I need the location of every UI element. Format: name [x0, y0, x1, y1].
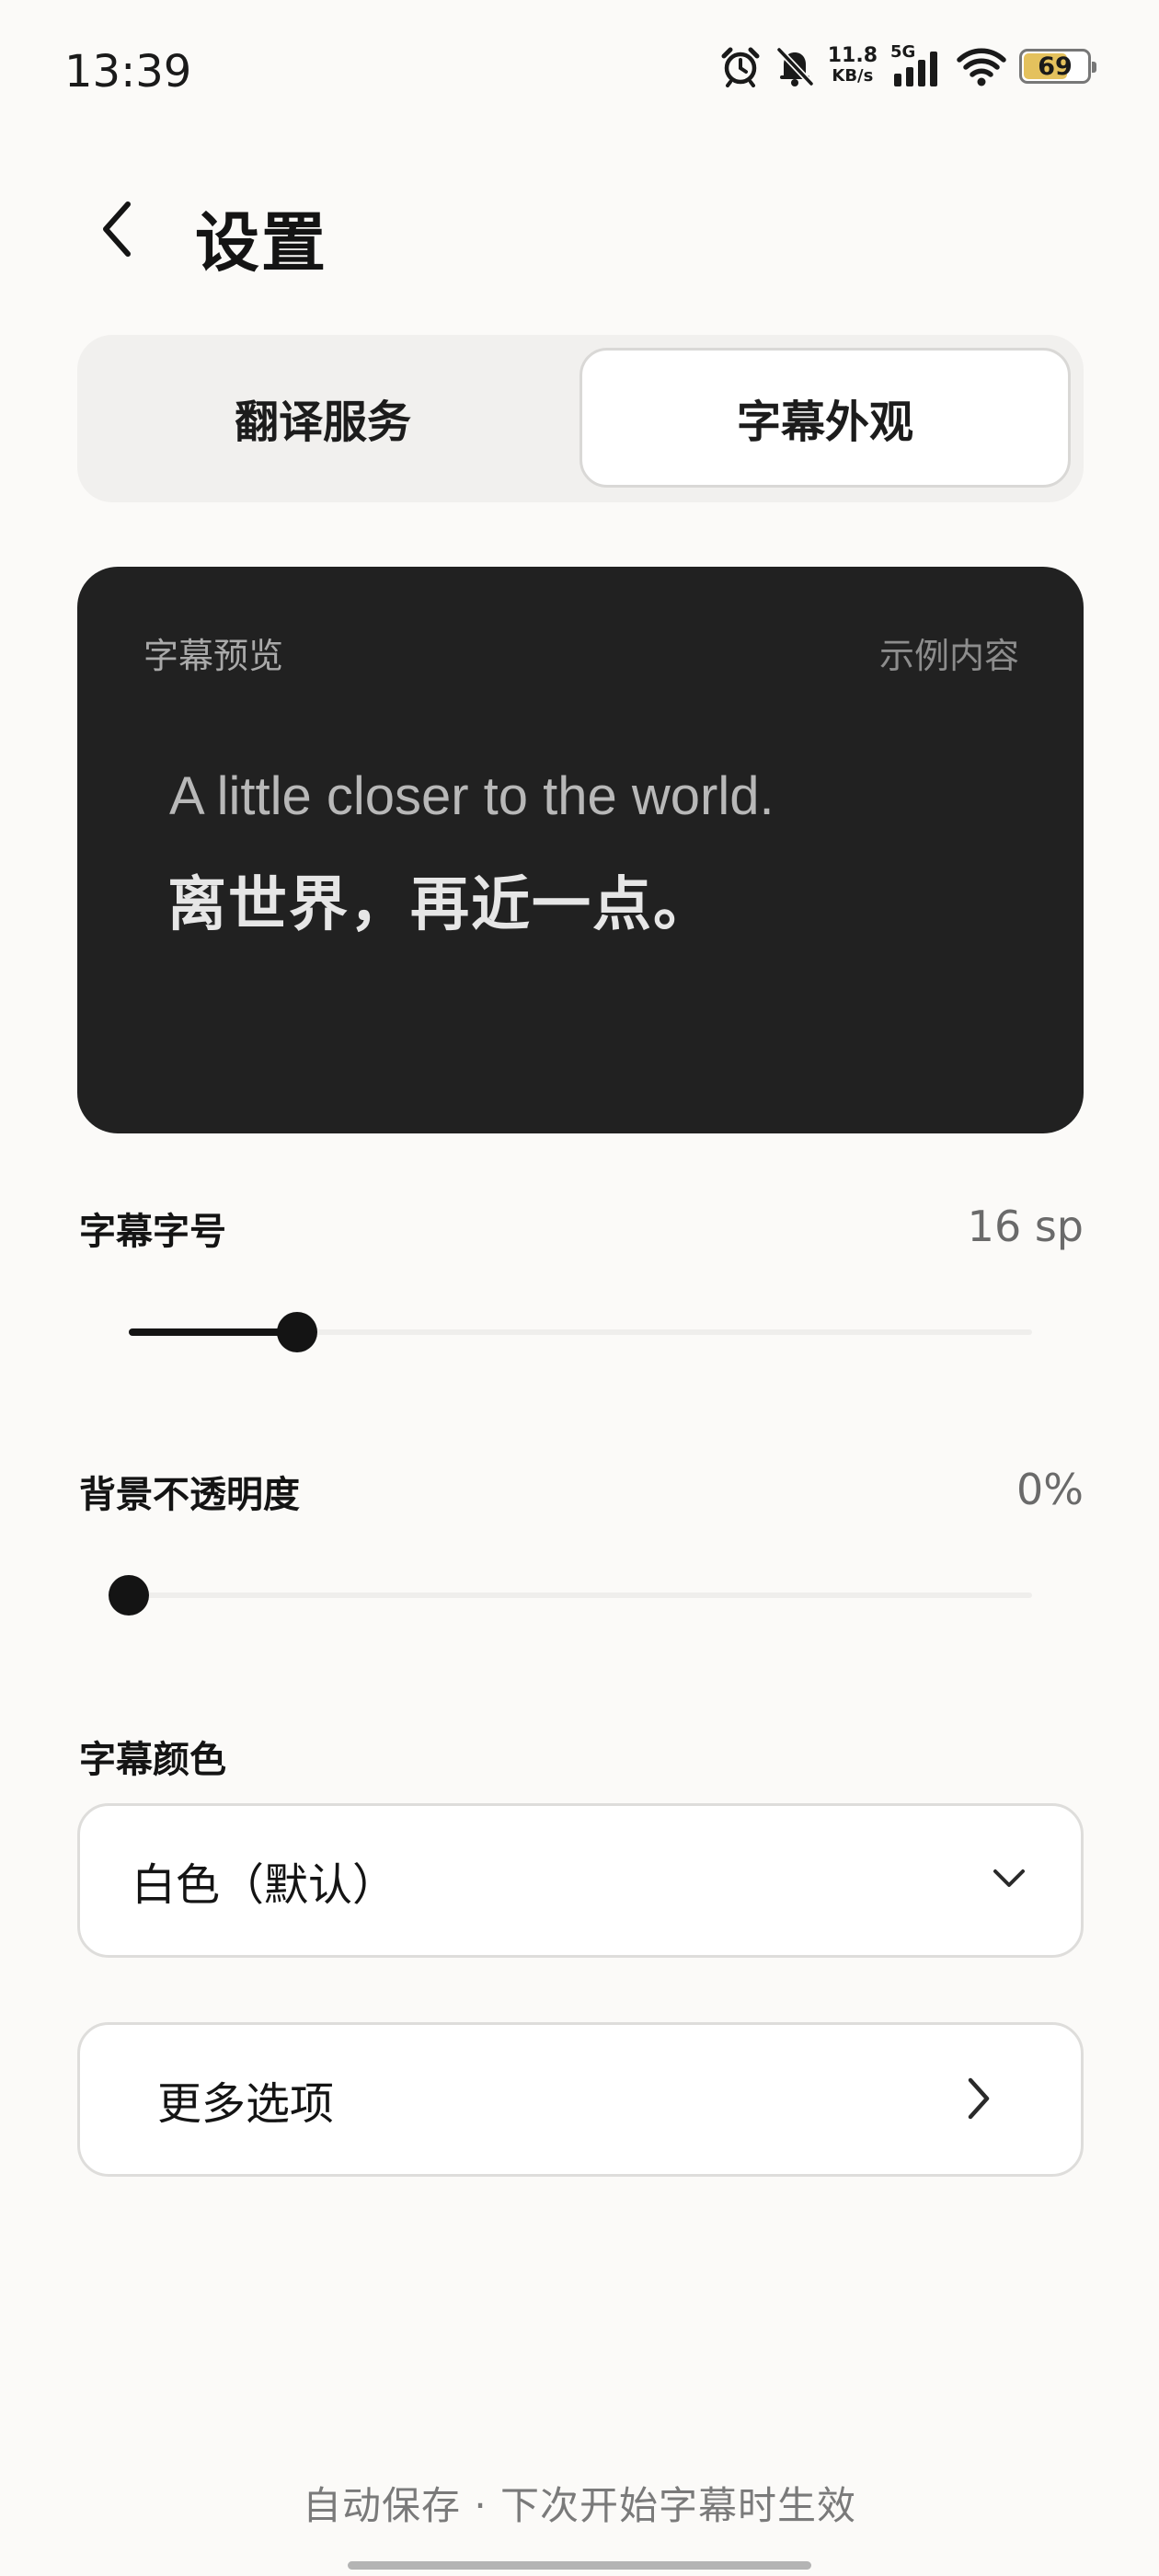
net-speed: 11.8 KB/s	[827, 44, 878, 86]
tab-translation-service[interactable]: 翻译服务	[88, 348, 557, 488]
slider-thumb[interactable]	[277, 1312, 317, 1352]
preview-sample-label: 示例内容	[878, 636, 1019, 676]
opacity-value: 0%	[1016, 1465, 1084, 1514]
slider-thumb[interactable]	[109, 1575, 149, 1616]
preview-label: 字幕预览	[143, 636, 284, 676]
bell-off-icon	[775, 45, 815, 87]
preview-english-text: A little closer to the world.	[169, 766, 775, 826]
page-title: 设置	[195, 205, 327, 281]
footer-note: 自动保存 · 下次开始字幕时生效	[302, 2483, 857, 2528]
chevron-right-icon	[963, 2075, 993, 2126]
chevron-down-icon	[991, 1859, 1027, 1900]
opacity-slider[interactable]	[109, 1568, 1032, 1623]
more-options-label: 更多选项	[157, 2078, 335, 2130]
color-dropdown-value: 白色（默认）	[132, 1859, 397, 1911]
opacity-label: 背景不透明度	[79, 1474, 300, 1516]
battery-cap	[1092, 62, 1096, 73]
font-size-label: 字幕字号	[79, 1211, 226, 1253]
color-label: 字幕颜色	[79, 1739, 226, 1781]
slider-fill	[129, 1328, 297, 1336]
home-indicator[interactable]	[348, 2561, 811, 2570]
font-size-value: 16 sp	[967, 1202, 1084, 1251]
tab-bar: 翻译服务 字幕外观	[77, 335, 1084, 502]
color-dropdown[interactable]: 白色（默认）	[77, 1803, 1084, 1958]
status-icons: 11.8 KB/s 5G 69	[719, 42, 1096, 90]
tab-subtitle-appearance[interactable]: 字幕外观	[580, 348, 1071, 488]
alarm-icon	[719, 45, 762, 87]
battery-icon: 69	[1019, 49, 1096, 84]
font-size-slider[interactable]	[129, 1305, 1032, 1360]
back-button[interactable]	[85, 199, 149, 263]
more-options-button[interactable]: 更多选项	[77, 2022, 1084, 2177]
slider-track	[129, 1593, 1032, 1598]
status-time: 13:39	[64, 46, 192, 98]
preview-chinese-text: 离世界，再近一点。	[167, 871, 714, 939]
wifi-icon	[957, 45, 1006, 87]
chevron-left-icon	[98, 201, 135, 261]
signal-icon: 5G	[890, 42, 944, 90]
subtitle-preview-card: 字幕预览 示例内容 A little closer to the world. …	[77, 567, 1084, 1133]
